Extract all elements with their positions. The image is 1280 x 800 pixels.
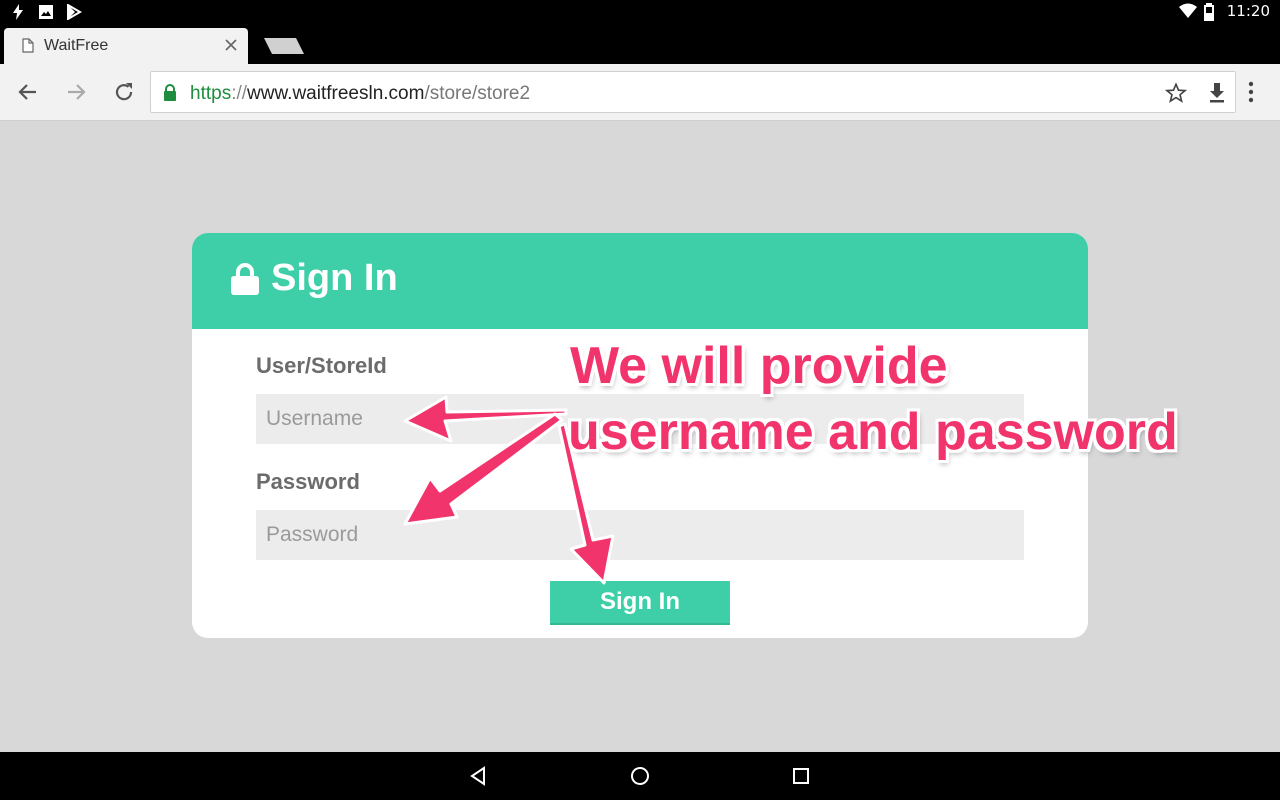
navigation-bar [0, 752, 1280, 800]
back-icon[interactable] [466, 764, 490, 788]
url-text: https://www.waitfreesln.com/store/store2 [190, 83, 530, 105]
bookmark-star-icon[interactable] [1164, 82, 1188, 109]
card-header: Sign In [192, 233, 1088, 329]
flash-icon [10, 4, 26, 20]
url-path: /store/store2 [424, 83, 531, 104]
reload-icon[interactable] [112, 80, 136, 104]
image-icon [38, 4, 54, 20]
secure-lock-icon [163, 84, 177, 106]
forward-arrow-icon[interactable] [64, 80, 88, 104]
signin-button[interactable]: Sign In [550, 581, 730, 625]
url-scheme: https [190, 83, 232, 104]
clock: 11:20 [1226, 2, 1270, 20]
url-host: www.waitfreesln.com [247, 83, 425, 104]
browser-tab[interactable]: WaitFree [4, 28, 248, 64]
annotation-line-2: username and password [568, 403, 1178, 461]
wifi-icon [1178, 3, 1197, 19]
tab-strip: WaitFree [0, 24, 1280, 64]
recents-icon[interactable] [789, 764, 813, 788]
url-separator: :// [231, 83, 248, 104]
page-title: Sign In [271, 257, 398, 299]
status-bar: 11:20 [0, 0, 1280, 24]
back-arrow-icon[interactable] [16, 80, 40, 104]
play-store-icon [66, 3, 82, 21]
new-tab-button[interactable] [262, 36, 306, 61]
browser-toolbar: https://www.waitfreesln.com/store/store2 [0, 64, 1280, 121]
lock-icon [230, 263, 260, 300]
download-icon[interactable] [1207, 82, 1227, 109]
tab-title: WaitFree [44, 37, 109, 54]
battery-icon [1203, 3, 1219, 21]
username-label: User/StoreId [256, 353, 387, 378]
tab-close-icon[interactable] [222, 36, 240, 54]
home-icon[interactable] [628, 764, 652, 788]
page-icon [22, 38, 34, 58]
password-input[interactable] [256, 510, 1024, 560]
annotation-line-1: We will provide [570, 337, 948, 395]
address-bar[interactable]: https://www.waitfreesln.com/store/store2 [150, 71, 1236, 113]
overflow-menu-icon[interactable] [1247, 80, 1255, 109]
password-label: Password [256, 469, 360, 494]
